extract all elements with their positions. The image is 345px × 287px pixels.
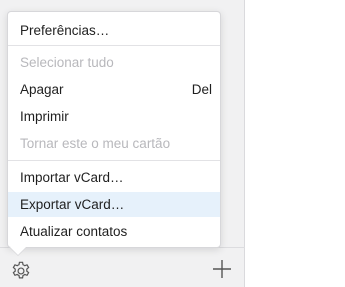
menu-item-shortcut: Del <box>191 82 212 97</box>
settings-button[interactable] <box>8 258 34 284</box>
menu-item-export-vcard[interactable]: Exportar vCard… <box>8 192 220 217</box>
menu-separator <box>8 45 220 46</box>
sidebar-bottom-bar <box>0 247 245 287</box>
settings-menu: Preferências… Selecionar tudo Apagar Del… <box>7 11 221 248</box>
add-contact-button[interactable] <box>210 257 234 281</box>
menu-separator <box>8 160 220 161</box>
menu-item-label: Importar vCard… <box>20 170 124 185</box>
menu-item-import-vcard[interactable]: Importar vCard… <box>8 165 220 190</box>
menu-item-label: Tornar este o meu cartão <box>20 136 171 151</box>
menu-pointer <box>10 247 26 255</box>
menu-item-delete[interactable]: Apagar Del <box>8 77 220 102</box>
menu-item-label: Preferências… <box>20 23 110 38</box>
menu-item-label: Exportar vCard… <box>20 197 125 212</box>
menu-item-make-my-card: Tornar este o meu cartão <box>8 131 220 156</box>
menu-item-label: Imprimir <box>20 109 69 124</box>
menu-item-label: Apagar <box>20 82 64 97</box>
menu-item-print[interactable]: Imprimir <box>8 104 220 129</box>
menu-item-preferences[interactable]: Preferências… <box>8 18 220 43</box>
menu-item-label: Selecionar tudo <box>20 55 114 70</box>
menu-item-select-all: Selecionar tudo <box>8 50 220 75</box>
plus-icon <box>213 260 231 278</box>
gear-icon <box>12 261 30 279</box>
menu-item-refresh-contacts[interactable]: Atualizar contatos <box>8 219 220 244</box>
menu-item-label: Atualizar contatos <box>20 224 128 239</box>
